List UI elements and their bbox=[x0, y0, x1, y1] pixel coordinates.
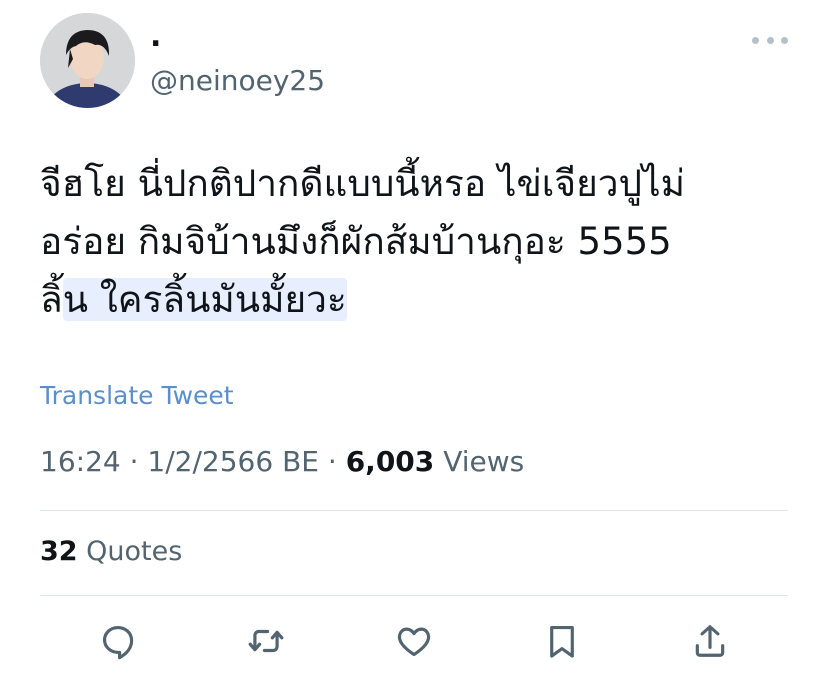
share-button[interactable] bbox=[688, 619, 732, 663]
retweet-icon bbox=[248, 629, 284, 653]
quotes-label: Quotes bbox=[86, 536, 183, 567]
like-button[interactable] bbox=[392, 619, 436, 663]
meta-separator: · bbox=[327, 445, 337, 478]
more-options-button[interactable] bbox=[752, 26, 788, 54]
more-horizontal-icon bbox=[781, 36, 788, 44]
divider bbox=[40, 510, 788, 511]
reply-icon bbox=[102, 625, 134, 660]
quotes-stat[interactable]: 32 Quotes bbox=[40, 534, 182, 570]
views-count: 6,003 bbox=[345, 445, 435, 478]
share-icon bbox=[695, 625, 725, 657]
tweet-line: อร่อย กิมจิบ้านมึงก็ผักส้มบ้านกุอะ 5555 bbox=[40, 220, 672, 263]
tweet-time[interactable]: 16:24 bbox=[40, 445, 121, 478]
tweet-date[interactable]: 1/2/2566 BE bbox=[147, 445, 319, 478]
views-label: Views bbox=[443, 445, 525, 478]
more-horizontal-icon bbox=[752, 36, 759, 44]
tweet-line: จีฮโย นี่ปกติปากดีแบบนี้หรอ ไข่เจียวปูไม… bbox=[40, 162, 686, 205]
avatar[interactable] bbox=[40, 13, 135, 108]
highlighted-text: น ใครลิ้นมันมั้ยวะ bbox=[62, 278, 347, 321]
action-bar bbox=[0, 615, 828, 667]
tweet-line-text: ลิ้ bbox=[40, 278, 63, 321]
retweet-button[interactable] bbox=[244, 619, 288, 663]
translate-tweet-link[interactable]: Translate Tweet bbox=[40, 380, 234, 412]
heart-icon bbox=[397, 627, 431, 657]
avatar-image bbox=[40, 13, 135, 108]
tweet-line: ลิ้น ใครลิ้นมันมั้ยวะ bbox=[40, 271, 800, 329]
bookmark-button[interactable] bbox=[540, 619, 584, 663]
divider bbox=[40, 595, 788, 596]
tweet-text: จีฮโย นี่ปกติปากดีแบบนี้หรอ ไข่เจียวปูไม… bbox=[40, 155, 800, 329]
tweet-meta: 16:24 · 1/2/2566 BE · 6,003 Views bbox=[40, 444, 524, 480]
display-name[interactable]: . bbox=[150, 22, 161, 52]
user-handle[interactable]: @neinoey25 bbox=[150, 64, 325, 98]
bookmark-icon bbox=[550, 625, 574, 658]
quotes-count: 32 bbox=[40, 536, 78, 567]
meta-separator: · bbox=[129, 445, 139, 478]
reply-button[interactable] bbox=[96, 619, 140, 663]
more-horizontal-icon bbox=[766, 36, 774, 44]
